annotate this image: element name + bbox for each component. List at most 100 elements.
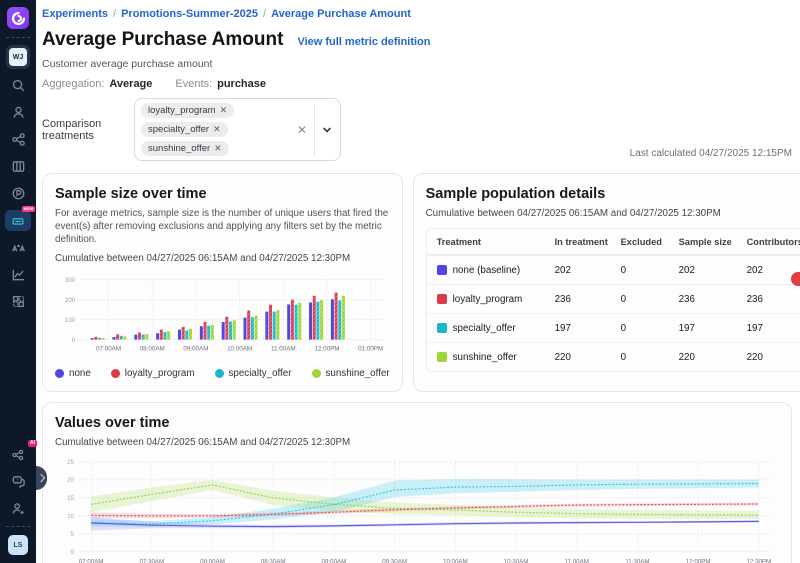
workspace-badge-label: WJ <box>9 48 27 66</box>
remove-chip-icon[interactable]: ✕ <box>220 105 228 116</box>
invite-user-icon[interactable] <box>5 498 31 519</box>
breadcrumb-separator: / <box>113 8 116 20</box>
experiments-icon[interactable]: NEW <box>5 210 31 231</box>
breadcrumb-link[interactable]: Average Purchase Amount <box>271 8 411 20</box>
sidebar-divider <box>6 37 30 38</box>
metrics-chart-icon[interactable] <box>5 264 31 285</box>
table-column-header: Contributors <box>747 237 800 247</box>
values-card: Values over time Cumulative between 04/2… <box>42 402 792 563</box>
contributors-cell: 236 <box>747 294 800 305</box>
svg-text:11:00AM: 11:00AM <box>271 345 296 352</box>
legend-item: loyalty_program <box>111 368 195 379</box>
svg-text:5: 5 <box>71 531 75 538</box>
excluded-cell: 0 <box>621 323 679 334</box>
table-row: specialty_offer1970197197 <box>427 313 800 342</box>
sample-size-title: Sample size over time <box>55 186 390 202</box>
treatment-chips: loyalty_program✕specialty_offer✕sunshine… <box>141 103 291 156</box>
svg-text:200: 200 <box>65 297 76 304</box>
svg-text:15: 15 <box>67 495 74 502</box>
svg-text:20: 20 <box>67 477 74 484</box>
in-treatment-cell: 202 <box>555 265 621 276</box>
statsig-logo[interactable] <box>7 7 29 29</box>
search-icon[interactable] <box>5 75 31 96</box>
remove-chip-icon[interactable]: ✕ <box>213 124 221 135</box>
chevron-down-icon[interactable] <box>322 125 332 135</box>
svg-text:0: 0 <box>71 549 75 556</box>
svg-text:10: 10 <box>67 513 74 520</box>
sidebar-divider <box>6 526 30 527</box>
ab-test-icon[interactable] <box>5 237 31 258</box>
treatment-chip[interactable]: loyalty_program✕ <box>141 103 234 118</box>
values-range: Cumulative between 04/27/2025 06:15AM an… <box>55 437 779 448</box>
sample-size-bar-chart: 010020030007:00AM08:00AM09:00AM10:00AM11… <box>55 270 390 367</box>
legend-label: specialty_offer <box>229 368 292 379</box>
svg-text:0: 0 <box>72 337 76 344</box>
in-treatment-cell: 197 <box>555 323 621 334</box>
events-value: purchase <box>217 78 266 90</box>
user-icon[interactable] <box>5 102 31 123</box>
population-title: Sample population details <box>426 186 800 202</box>
legend-color-dot <box>55 369 64 378</box>
excluded-cell: 0 <box>621 294 679 305</box>
svg-text:07:30AM: 07:30AM <box>139 559 164 563</box>
in-treatment-cell: 220 <box>555 352 621 363</box>
sample-size-cell: 197 <box>679 323 747 334</box>
breadcrumb-link[interactable]: Promotions-Summer-2025 <box>121 8 258 20</box>
remove-chip-icon[interactable]: ✕ <box>214 143 222 154</box>
ai-assist-icon[interactable]: AI <box>5 444 31 465</box>
treatment-chip-label: specialty_offer <box>148 124 209 135</box>
table-column-header: Sample size <box>679 237 747 247</box>
population-table: TreatmentIn treatmentExcludedSample size… <box>426 228 800 372</box>
aggregation-row: Aggregation: Average Events: purchase <box>42 78 792 90</box>
svg-text:12:00PM: 12:00PM <box>686 559 711 563</box>
share-nodes-icon[interactable] <box>5 129 31 150</box>
sample-size-description: For average metrics, sample size is the … <box>55 207 390 247</box>
cards-area: Sample size over time For average metric… <box>42 173 792 563</box>
treatment-color-swatch <box>437 323 447 333</box>
support-chat-icon[interactable]: ? <box>5 471 31 492</box>
sample-size-cell: 220 <box>679 352 747 363</box>
metric-subtitle: Customer average purchase amount <box>42 58 792 70</box>
legend-color-dot <box>312 369 321 378</box>
svg-text:09:00AM: 09:00AM <box>322 559 347 563</box>
treatment-chip[interactable]: specialty_offer ✕ <box>141 122 228 137</box>
treatment-chip[interactable]: sunshine_offer✕ <box>141 141 229 156</box>
comparison-row: Comparison treatments loyalty_program✕sp… <box>42 98 792 161</box>
breadcrumb-separator: / <box>263 8 266 20</box>
bar-chart-legend: noneloyalty_programspecialty_offersunshi… <box>55 368 390 379</box>
user-avatar-badge[interactable]: LS <box>8 535 28 555</box>
comparison-treatments-select[interactable]: loyalty_program✕specialty_offer✕sunshine… <box>134 98 341 161</box>
notification-dot[interactable] <box>791 272 800 286</box>
legend-color-dot <box>111 369 120 378</box>
ai-badge: AI <box>28 440 37 447</box>
svg-text:25: 25 <box>67 460 74 467</box>
svg-text:12:30PM: 12:30PM <box>747 559 772 563</box>
aggregation-label: Aggregation: <box>42 78 104 90</box>
view-metric-definition-link[interactable]: View full metric definition <box>297 36 430 48</box>
treatment-cell: loyalty_program <box>437 294 555 305</box>
excluded-cell: 0 <box>621 352 679 363</box>
table-column-header: Excluded <box>621 237 679 247</box>
comparison-treatments-label: Comparison treatments <box>42 118 134 142</box>
svg-text:10:30AM: 10:30AM <box>504 559 529 563</box>
contributors-cell: 197 <box>747 323 800 334</box>
treatment-name: none (baseline) <box>453 265 521 276</box>
sample-size-card: Sample size over time For average metric… <box>42 173 403 392</box>
treatment-color-swatch <box>437 352 447 362</box>
table-row: sunshine_offer2200220220 <box>427 342 800 371</box>
breadcrumb: Experiments / Promotions-Summer-2025 / Avera… <box>42 8 792 20</box>
population-range: Cumulative between 04/27/2025 06:15AM an… <box>426 208 800 219</box>
breadcrumb-link[interactable]: Experiments <box>42 8 108 20</box>
table-column-header: Treatment <box>437 237 555 247</box>
svg-text:?: ? <box>15 477 18 482</box>
values-title: Values over time <box>55 415 779 431</box>
treatment-name: specialty_offer <box>453 323 516 334</box>
columns-icon[interactable] <box>5 156 31 177</box>
clear-selection-icon[interactable]: ✕ <box>297 123 307 137</box>
legend-color-dot <box>215 369 224 378</box>
workspace-badge[interactable]: WJ <box>6 45 30 69</box>
dashboards-grid-icon[interactable] <box>5 291 31 312</box>
pulse-icon[interactable] <box>5 183 31 204</box>
sidebar: WJ NEW AI ? LS <box>0 0 36 563</box>
svg-text:300: 300 <box>65 277 76 284</box>
